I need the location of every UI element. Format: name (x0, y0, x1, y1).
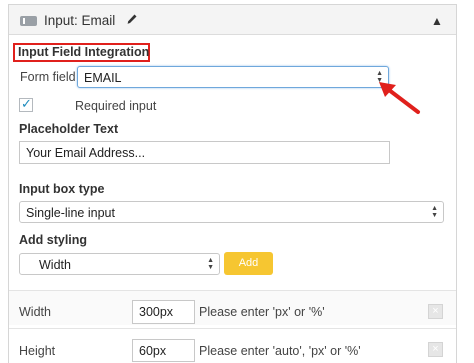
styling-select[interactable]: Width ▲ ▼ (19, 253, 220, 275)
collapse-icon[interactable]: ▲ (431, 14, 443, 28)
styling-select-value: Width (39, 258, 71, 272)
height-input[interactable]: 60px (132, 339, 195, 362)
placeholder-input[interactable]: Your Email Address... (19, 141, 390, 164)
form-field-value: EMAIL (84, 71, 122, 85)
input-box-type-select[interactable]: Single-line input ▲ ▼ (19, 201, 444, 223)
height-value: 60px (139, 344, 167, 358)
remove-width-button[interactable]: × (428, 304, 443, 319)
style-row-label-width: Width (19, 305, 51, 319)
annotation-arrow-icon (379, 82, 420, 114)
section-title: Input Field Integration (18, 45, 150, 59)
width-input[interactable]: 300px (132, 300, 195, 324)
panel-title: Input: Email (44, 13, 116, 28)
placeholder-label: Placeholder Text (19, 122, 119, 136)
pencil-icon[interactable] (127, 14, 137, 26)
remove-height-button[interactable]: × (428, 342, 443, 357)
select-arrows-icon: ▲ ▼ (431, 205, 438, 219)
input-box-type-value: Single-line input (26, 206, 115, 220)
add-styling-button[interactable]: Add (224, 252, 273, 275)
input-box-type-label: Input box type (19, 182, 105, 196)
panel-header[interactable]: Input: Email ▲ (9, 5, 456, 35)
placeholder-value: Your Email Address... (26, 146, 146, 160)
width-hint: Please enter 'px' or '%' (199, 305, 325, 319)
height-hint: Please enter 'auto', 'px' or '%' (199, 344, 361, 358)
select-arrows-icon: ▲ ▼ (207, 257, 214, 271)
divider (9, 328, 456, 329)
input-field-icon (20, 16, 37, 26)
required-checkbox[interactable]: ✓ (19, 96, 33, 112)
width-value: 300px (139, 305, 174, 319)
form-field-label: Form field (20, 70, 76, 84)
required-label: Required input (75, 99, 157, 113)
check-icon: ✓ (21, 96, 32, 111)
add-styling-label: Add styling (19, 233, 88, 247)
style-row-label-height: Height (19, 344, 56, 358)
form-field-select[interactable]: EMAIL ▲ ▼ (77, 66, 389, 88)
